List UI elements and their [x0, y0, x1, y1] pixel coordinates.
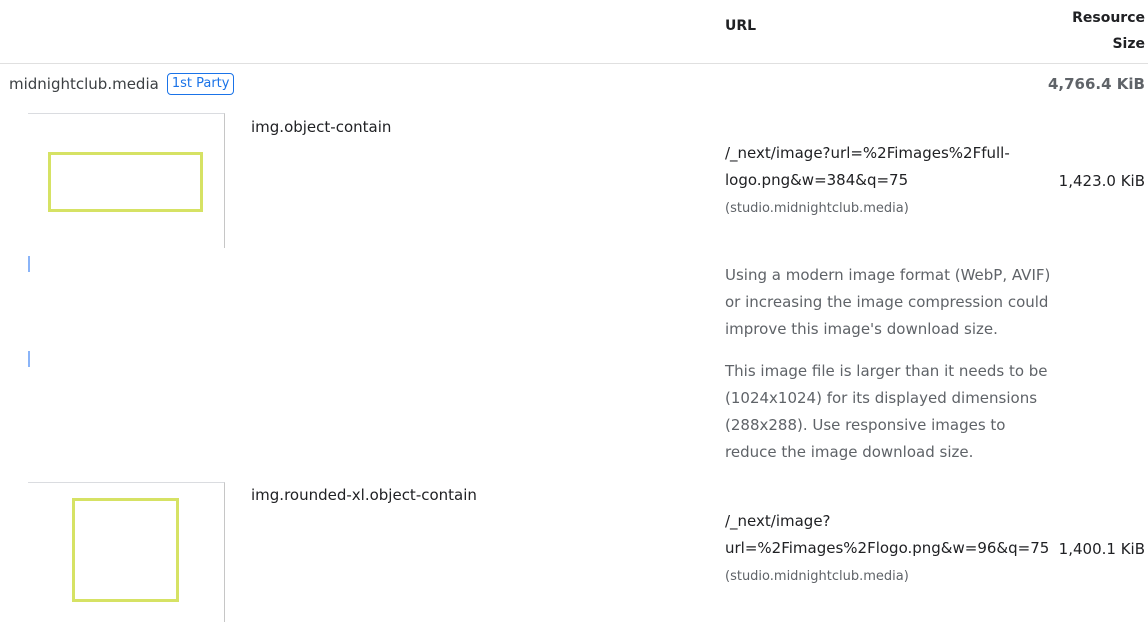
origin-total-size: 4,766.4 KiB	[1047, 75, 1145, 93]
url-line-1: /_next/image?	[725, 512, 831, 530]
opportunity-note: Using a modern image format (WebP, AVIF)…	[725, 266, 1051, 338]
origin-group-row[interactable]: midnightclub.media 1st Party	[9, 73, 235, 95]
column-header-resource-size: Resource Size	[1072, 5, 1145, 57]
origin-name: midnightclub.media	[9, 75, 159, 93]
column-header-url: URL	[725, 18, 757, 34]
header-divider	[0, 63, 1148, 64]
row-marker	[28, 256, 30, 272]
column-header-resource-label: Resource	[1072, 10, 1145, 26]
logo-preview-square	[72, 498, 179, 602]
url-domain: (studio.midnightclub.media)	[725, 569, 909, 584]
image-thumbnail[interactable]	[28, 482, 225, 622]
url-path: url=%2Fimages%2Flogo.png&w=96&q=75	[725, 539, 1050, 557]
resource-size: 1,400.1 KiB	[1058, 540, 1145, 558]
resource-size: 1,423.0 KiB	[1058, 172, 1145, 190]
logo-preview-rectangle	[48, 152, 203, 212]
url-domain: (studio.midnightclub.media)	[725, 201, 909, 216]
opportunity-note: This image file is larger than it needs …	[725, 362, 1048, 461]
first-party-badge: 1st Party	[166, 73, 235, 95]
image-thumbnail[interactable]	[28, 113, 225, 248]
url-line-1: /_next/image?url=%2Fimages%2Ffull-	[725, 144, 1010, 162]
row-marker	[28, 351, 30, 367]
resource-url[interactable]: /_next/image? url=%2Fimages%2Flogo.png&w…	[725, 508, 1049, 590]
url-line-2: url=%2Fimages%2Flogo.png&w=96&q=75 (stud…	[725, 535, 1049, 590]
url-line-2: logo.png&w=384&q=75 (studio.midnightclub…	[725, 167, 1045, 222]
url-path: logo.png&w=384&q=75	[725, 171, 909, 189]
column-header-size-label: Size	[1112, 36, 1145, 52]
resource-url[interactable]: /_next/image?url=%2Fimages%2Ffull- logo.…	[725, 140, 1045, 222]
node-selector[interactable]: img.object-contain	[251, 118, 391, 136]
node-selector[interactable]: img.rounded-xl.object-contain	[251, 486, 477, 504]
